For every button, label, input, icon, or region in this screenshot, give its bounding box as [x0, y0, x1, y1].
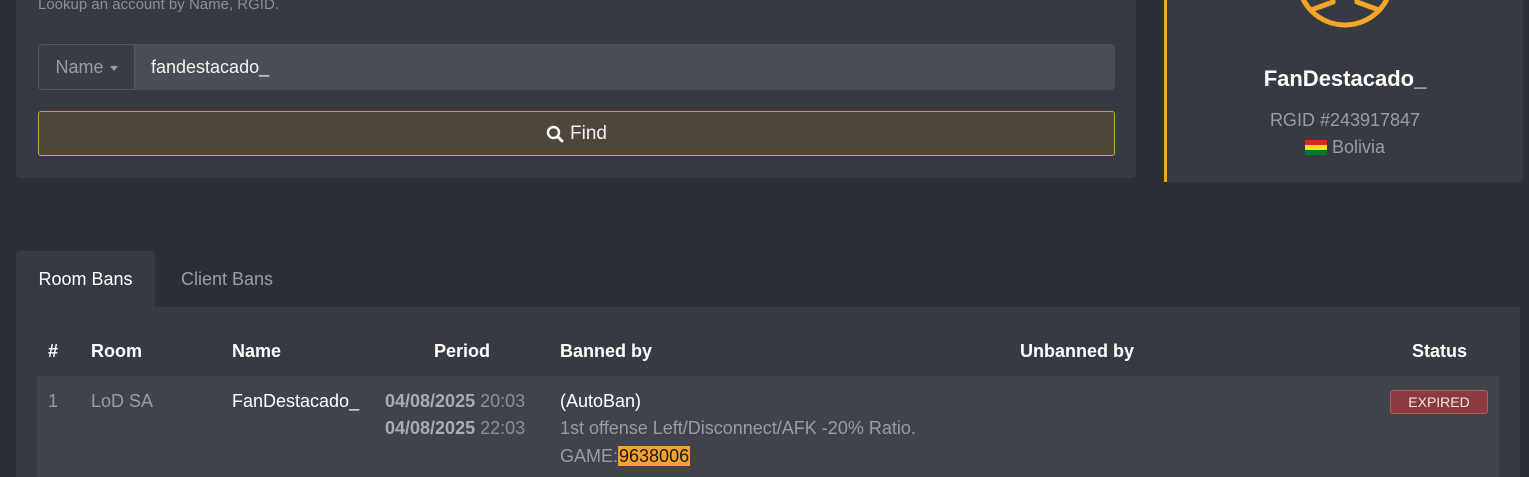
profile-card: FanDestacado_ RGID #243917847 Bolivia: [1164, 0, 1523, 182]
header-name: Name: [232, 341, 282, 361]
header-period: Period: [434, 341, 491, 361]
period-end-time: 22:03: [480, 418, 526, 438]
row-room: LoD SA: [91, 391, 154, 411]
page: Lookup an account by Name, RGID. Name fa…: [0, 0, 1529, 477]
header-status: Status: [1412, 341, 1468, 361]
search-type-label: Name: [55, 56, 104, 77]
profile-name: FanDestacado_: [1263, 66, 1427, 91]
search-input[interactable]: fandestacado_: [135, 44, 1115, 90]
period-start-date: 04/08/2025: [385, 391, 476, 411]
find-label: Find: [570, 122, 607, 144]
header-index: #: [48, 341, 59, 361]
header-unbanned-by: Unbanned by: [1020, 341, 1135, 361]
search-type-dropdown[interactable]: Name: [38, 44, 135, 90]
game-prefix: GAME:: [560, 446, 619, 466]
header-banned-by: Banned by: [560, 341, 653, 361]
row-period-start: 04/08/2025 20:03: [385, 391, 525, 412]
country-label: Bolivia: [1331, 137, 1386, 157]
tab-client-bans[interactable]: Client Bans: [158, 251, 296, 307]
search-icon: [546, 125, 564, 142]
row-index: 1: [48, 391, 59, 411]
period-start-time: 20:03: [480, 391, 526, 411]
bans-table: # Room Name Period Banned by Unbanned by…: [16, 307, 1520, 477]
row-banned-by: (AutoBan): [560, 391, 642, 411]
row-period-end: 04/08/2025 22:03: [385, 418, 525, 439]
lookup-hint: Lookup an account by Name, RGID.: [38, 0, 279, 13]
lookup-panel: Lookup an account by Name, RGID. Name fa…: [16, 0, 1136, 178]
status-badge: EXPIRED: [1390, 390, 1488, 414]
caret-down-icon: [109, 65, 118, 71]
row-ban-reason: 1st offense Left/Disconnect/AFK -20% Rat…: [560, 418, 916, 438]
period-end-date: 04/08/2025: [385, 418, 476, 438]
profile-rgid: RGID #243917847: [1269, 110, 1421, 130]
game-id-highlight[interactable]: 9638006: [618, 446, 691, 466]
row-game-ref: GAME:9638006: [560, 446, 691, 467]
find-button[interactable]: Find: [38, 111, 1115, 156]
search-input-group: Name fandestacado_: [38, 44, 1115, 90]
header-room: Room: [91, 341, 142, 361]
bolivia-flag-icon: [1304, 140, 1327, 155]
tab-room-bans[interactable]: Room Bans: [16, 251, 155, 307]
avatar-icon: [1300, 0, 1390, 28]
profile-country: Bolivia: [1167, 137, 1523, 158]
row-name[interactable]: FanDestacado_: [232, 391, 359, 412]
